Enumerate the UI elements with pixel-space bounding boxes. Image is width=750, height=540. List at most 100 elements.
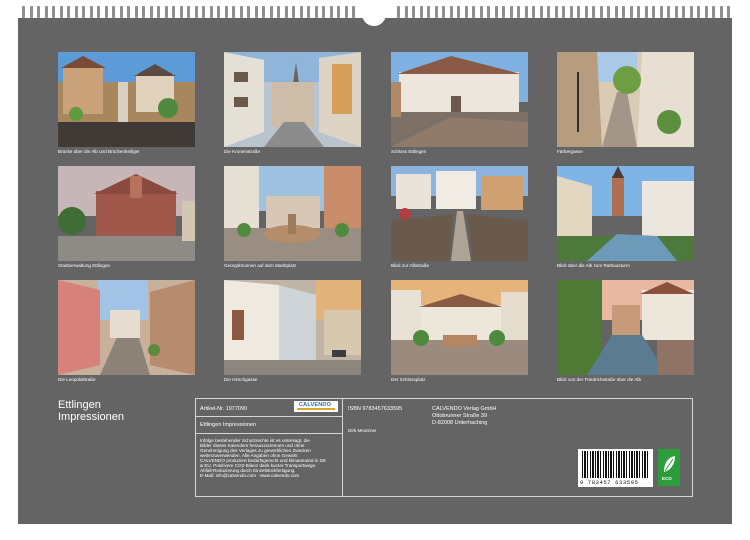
calendar-back-page: Brücke über die Alb und Brückenheiliger …: [18, 18, 732, 524]
caption: Georgsbrunnen auf dem Marktplatz: [224, 263, 297, 268]
photo-schlossplatz: [391, 280, 528, 375]
binding-ring: [464, 6, 468, 18]
binding-ring: [532, 6, 535, 18]
binding-ring: [149, 6, 153, 18]
binding-ring: [194, 6, 198, 18]
photo-leopoldstrasse: [58, 280, 195, 375]
binding-ring: [727, 6, 730, 18]
binding-ring: [74, 6, 78, 18]
binding-ring: [599, 6, 603, 18]
binding-ring: [524, 6, 528, 18]
caption: Der Schlossplatz: [391, 377, 426, 382]
title-line-2: Impressionen: [58, 411, 125, 423]
binding-ring: [397, 6, 400, 18]
binding-ring: [614, 6, 618, 18]
binding-ring: [29, 6, 33, 18]
binding-ring: [352, 6, 355, 18]
binding-ring: [179, 6, 183, 18]
binding-ring: [704, 6, 708, 18]
binding-ring: [554, 6, 558, 18]
binding-ring: [667, 6, 670, 18]
calendar-title: Ettlingen Impressionen: [58, 399, 124, 423]
binding-ring: [607, 6, 610, 18]
calvendo-logo: CALVENDO: [294, 401, 338, 412]
caption: Blick zur Albstraße: [391, 263, 430, 268]
binding-ring: [262, 6, 265, 18]
binding-ring: [659, 6, 663, 18]
binding-ring: [472, 6, 475, 18]
caption: Brücke über die Alb und Brückenheiliger: [58, 149, 140, 154]
photo-hirschgasse: [224, 280, 361, 375]
binding-ring: [202, 6, 205, 18]
imprint-box: Artikel-Nr. 1977090 CALVENDO Ettlingen I…: [195, 398, 693, 497]
binding-ring: [112, 6, 115, 18]
binding-ring: [329, 6, 333, 18]
binding-ring: [97, 6, 100, 18]
binding-ring: [577, 6, 580, 18]
binding-ring: [622, 6, 625, 18]
publisher-city: D-82008 Unterhaching: [432, 420, 488, 426]
author: Dirk Meutzner: [348, 428, 377, 433]
binding-ring: [82, 6, 85, 18]
binding-ring: [239, 6, 243, 18]
barcode: 9 783457 633595: [578, 449, 653, 487]
binding-ring: [539, 6, 543, 18]
binding-ring: [254, 6, 258, 18]
binding-ring: [689, 6, 693, 18]
binding-ring: [142, 6, 145, 18]
binding-ring: [337, 6, 340, 18]
publisher-name: CALVENDO Verlag GmbH: [432, 406, 497, 412]
publisher-street: Ottobrunner Straße 39: [432, 413, 488, 419]
binding-ring: [104, 6, 108, 18]
caption: Die Hirschgasse: [224, 377, 258, 382]
binding-ring: [494, 6, 498, 18]
caption: Die Kronenstraße: [224, 149, 261, 154]
binding-ring: [562, 6, 565, 18]
binding-ring: [232, 6, 235, 18]
photo-bruecke: [58, 52, 195, 147]
binding-ring: [134, 6, 138, 18]
title-line-1: Ettlingen: [58, 399, 101, 411]
binding-ring: [547, 6, 550, 18]
binding-ring: [442, 6, 445, 18]
caption: Blick von der Friedrichstraße über die A…: [557, 377, 641, 382]
caption: Schloss Ettlingen: [391, 149, 427, 154]
binding-ring: [164, 6, 168, 18]
photo-schloss: [391, 52, 528, 147]
binding-ring: [652, 6, 655, 18]
binding-ring: [314, 6, 318, 18]
photo-kronenstrasse: [224, 52, 361, 147]
caption: Färbergasse: [557, 149, 583, 154]
eco-label: ECO: [662, 476, 672, 481]
binding-ring: [682, 6, 685, 18]
binding-ring: [412, 6, 415, 18]
binding-ring: [22, 6, 25, 18]
caption: Stadtverwaltung Ettlingen: [58, 263, 111, 268]
binding-ring: [224, 6, 228, 18]
photo-faerbergasse: [557, 52, 694, 147]
binding-ring: [479, 6, 483, 18]
binding-ring: [307, 6, 310, 18]
binding-ring: [427, 6, 430, 18]
article-number: Artikel-Nr. 1977090: [200, 406, 248, 412]
legal-line: E-Mail: info@calvendo.com · www.calvendo…: [200, 473, 300, 478]
binding-ring: [487, 6, 490, 18]
binding-ring: [569, 6, 573, 18]
binding-ring: [299, 6, 303, 18]
binding-ring: [584, 6, 588, 18]
binding-ring: [37, 6, 40, 18]
binding-ring: [217, 6, 220, 18]
binding-ring: [44, 6, 48, 18]
binding-ring: [67, 6, 70, 18]
binding-ring: [697, 6, 700, 18]
binding-ring: [187, 6, 190, 18]
binding-ring: [502, 6, 505, 18]
binding-ring: [509, 6, 513, 18]
binding-ring: [434, 6, 438, 18]
binding-ring: [592, 6, 595, 18]
leaf-icon: [664, 456, 675, 472]
barcode-bars: [582, 451, 649, 478]
binding-ring: [247, 6, 250, 18]
binding-ring: [59, 6, 63, 18]
binding-ring: [517, 6, 520, 18]
